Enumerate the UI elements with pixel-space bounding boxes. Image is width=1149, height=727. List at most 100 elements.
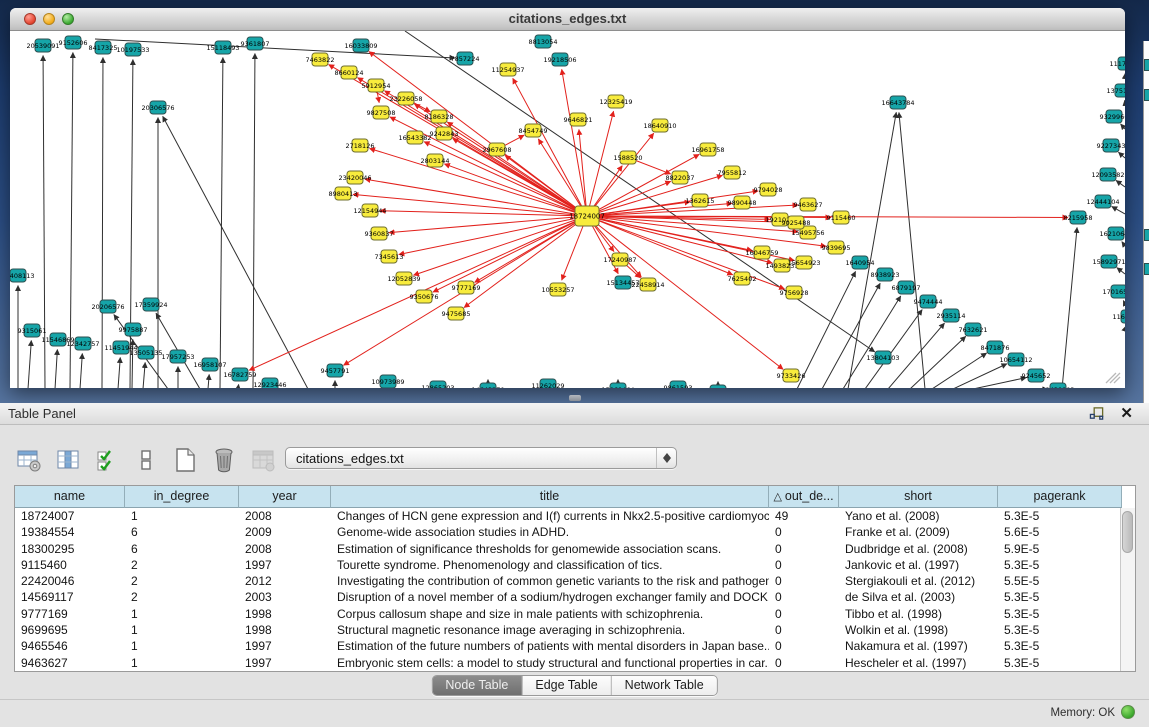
table-row[interactable]: 969969511998Structural magnetic resonanc… — [15, 622, 1135, 638]
vertical-scrollbar[interactable] — [1120, 508, 1135, 671]
table-row[interactable]: 1830029562008Estimation of significance … — [15, 541, 1135, 557]
citation-edge[interactable] — [365, 179, 587, 216]
tab-node-table[interactable]: Node Table — [432, 676, 522, 695]
citation-edge[interactable] — [413, 216, 587, 275]
network-node[interactable]: 7955812 — [718, 166, 747, 179]
citation-edge[interactable] — [405, 31, 875, 352]
new-table-icon[interactable] — [170, 445, 200, 475]
network-node[interactable]: 17359924 — [134, 298, 167, 311]
citation-edge[interactable] — [932, 353, 987, 388]
citation-edge[interactable] — [843, 296, 901, 388]
column-header-name[interactable]: name — [15, 486, 125, 508]
citation-network-graph[interactable]: 1872400774638228660124591295423226058982… — [10, 31, 1125, 388]
table-row[interactable]: 2242004622012Investigating the contribut… — [15, 573, 1135, 589]
citation-edge[interactable] — [208, 374, 209, 388]
network-node[interactable]: 9474444 — [914, 295, 943, 308]
citation-edge[interactable] — [848, 112, 896, 388]
citation-edge[interactable] — [80, 353, 82, 388]
network-node[interactable]: 1640954 — [846, 256, 875, 269]
table-row[interactable]: 946362711997Embryonic stem cells: a mode… — [15, 655, 1135, 671]
citation-edge[interactable] — [118, 357, 120, 388]
network-node[interactable]: 9861593 — [664, 381, 693, 388]
citation-edge[interactable] — [910, 336, 966, 388]
citation-edge[interactable] — [899, 112, 925, 388]
citation-edge[interactable] — [562, 69, 587, 216]
network-node[interactable]: 7345613 — [375, 250, 404, 263]
network-node[interactable]: 12093582 — [1091, 168, 1124, 181]
network-node[interactable]: 9475685 — [442, 307, 471, 320]
network-node[interactable]: 2803144 — [421, 154, 450, 167]
network-node[interactable]: 9463627 — [794, 198, 823, 211]
network-node[interactable]: 16033809 — [344, 39, 377, 52]
network-window-titlebar[interactable]: citations_edges.txt — [10, 8, 1125, 31]
network-node[interactable]: 12865203 — [421, 381, 454, 388]
network-node[interactable]: 9756928 — [780, 286, 809, 299]
table-row[interactable]: 911546021997Tourette syndrome. Phenomeno… — [15, 557, 1135, 573]
network-node[interactable]: 10973989 — [371, 375, 404, 388]
scrollbar-thumb[interactable] — [1122, 511, 1133, 553]
network-node[interactable]: 23420046 — [338, 171, 371, 184]
network-node[interactable]: 12325419 — [599, 95, 632, 108]
network-node[interactable]: 10654112 — [999, 353, 1032, 366]
network-node[interactable]: 17240987 — [603, 253, 636, 266]
network-node[interactable]: 17957253 — [161, 350, 194, 363]
column-header-short[interactable]: short — [839, 486, 998, 508]
close-panel-icon[interactable]: ✕ — [1120, 404, 1133, 422]
show-columns-icon[interactable] — [53, 445, 83, 475]
network-node[interactable]: 11675318 — [1112, 310, 1125, 323]
network-node[interactable]: 8660124 — [335, 66, 364, 79]
network-node[interactable]: 10197533 — [116, 43, 149, 56]
row-height-icon[interactable] — [131, 445, 161, 475]
network-node[interactable]: 12610651 — [701, 385, 734, 388]
network-node[interactable]: 16958107 — [193, 358, 226, 371]
citation-edge[interactable] — [238, 384, 239, 388]
citation-edge[interactable] — [28, 340, 31, 388]
network-node[interactable]: 8417325 — [89, 41, 118, 54]
network-node[interactable]: 18724007 — [569, 206, 605, 226]
network-node[interactable]: 13804103 — [866, 351, 899, 364]
network-canvas[interactable]: 1872400774638228660124591295423226058982… — [10, 31, 1125, 388]
table-settings-icon[interactable] — [14, 445, 44, 475]
splitpane-handle[interactable] — [569, 395, 581, 401]
network-node[interactable]: 12923446 — [253, 378, 286, 388]
resize-grip[interactable] — [1103, 370, 1121, 384]
network-node[interactable]: 12052839 — [387, 272, 420, 285]
network-node[interactable]: 9975887 — [119, 323, 148, 336]
citation-edge[interactable] — [953, 364, 1007, 388]
network-node[interactable]: 11254937 — [491, 63, 524, 76]
network-node[interactable]: 11262029 — [531, 379, 564, 388]
citation-edge[interactable] — [1118, 152, 1125, 158]
table-row[interactable]: 1938455462009Genome-wide association stu… — [15, 524, 1135, 540]
column-header-out_de[interactable]: △out_de... — [769, 486, 839, 508]
tab-network-table[interactable]: Network Table — [612, 676, 717, 695]
network-node[interactable]: 12154944 — [353, 204, 386, 217]
network-node[interactable]: 9115460 — [827, 211, 856, 224]
network-node[interactable]: 18640910 — [643, 119, 676, 132]
column-header-in_degree[interactable]: in_degree — [125, 486, 239, 508]
network-node[interactable]: 7625402 — [728, 272, 757, 285]
network-node[interactable]: 7463822 — [306, 53, 335, 66]
network-node[interactable]: 12342757 — [66, 337, 99, 350]
network-node[interactable]: 9152606 — [59, 36, 88, 49]
citation-edge[interactable] — [1112, 206, 1125, 214]
network-node[interactable]: 9350676 — [410, 290, 439, 303]
citation-edge[interactable] — [399, 216, 587, 254]
network-node[interactable]: 2718126 — [346, 139, 375, 152]
column-header-pagerank[interactable]: pagerank — [998, 486, 1122, 508]
network-node[interactable]: 16782759 — [223, 368, 256, 381]
network-node[interactable]: 20539091 — [26, 39, 59, 52]
network-node[interactable]: 9839695 — [822, 241, 851, 254]
network-node[interactable]: 8980413 — [329, 187, 358, 200]
citation-edge[interactable] — [865, 310, 922, 388]
network-node[interactable]: 11175064 — [1109, 57, 1125, 70]
table-selector-dropdown[interactable]: citations_edges.txt — [285, 447, 677, 469]
network-node[interactable]: 9646821 — [564, 113, 593, 126]
delete-table-icon[interactable] — [209, 445, 239, 475]
network-node[interactable]: 16961758 — [691, 143, 724, 156]
citation-edge[interactable] — [220, 57, 223, 388]
citation-edge[interactable] — [253, 53, 255, 388]
network-node[interactable]: 20306576 — [141, 101, 174, 114]
citation-edge[interactable] — [1117, 268, 1125, 274]
network-node[interactable]: 9794028 — [754, 183, 783, 196]
citation-edge[interactable] — [447, 122, 587, 216]
